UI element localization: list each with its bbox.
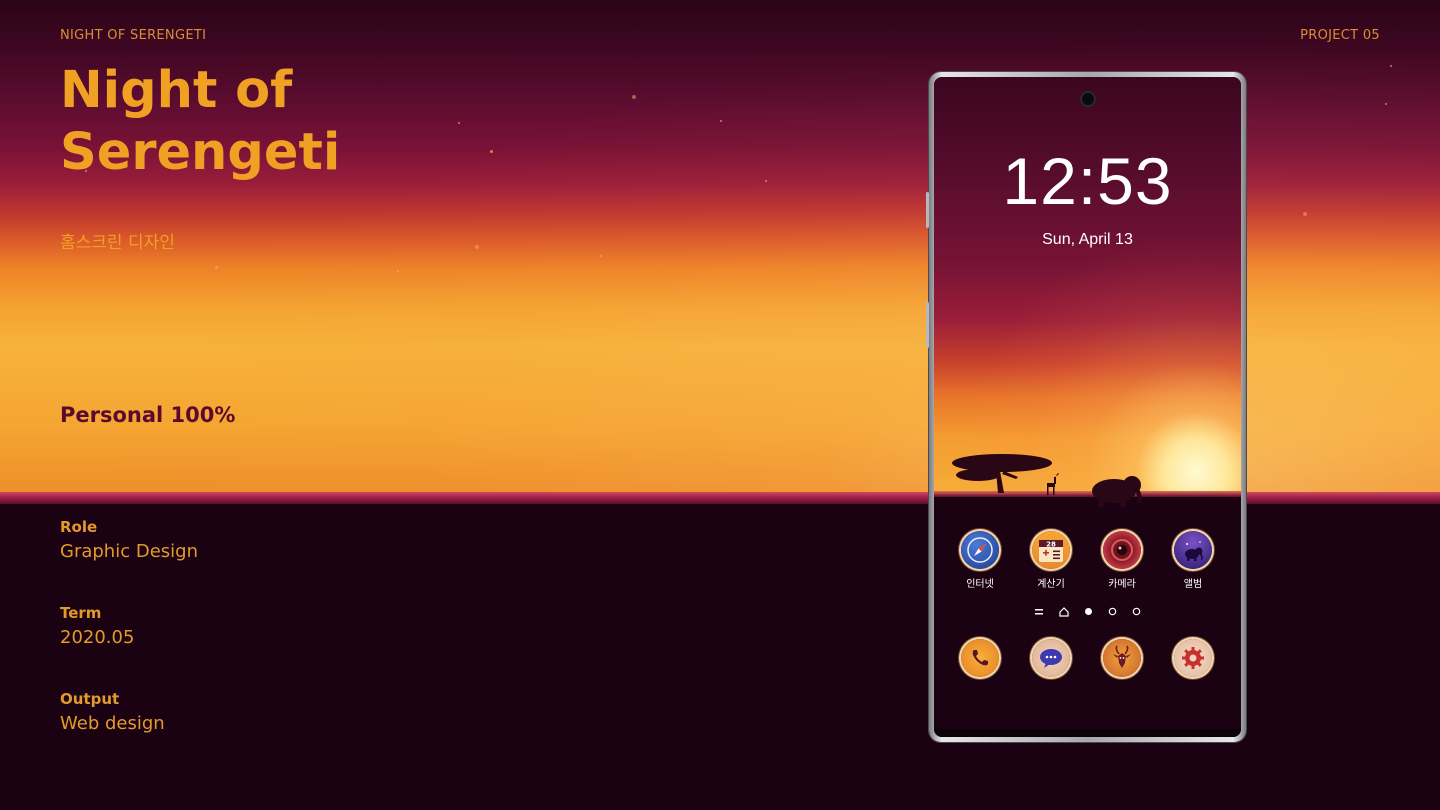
- app-label-album: 앨범: [1183, 579, 1203, 590]
- dock-app-antelope[interactable]: [1094, 639, 1150, 677]
- volume-button: [926, 192, 929, 228]
- star: [720, 120, 722, 122]
- lockscreen-date: Sun, April 13: [1042, 231, 1133, 248]
- role-value: Graphic Design: [60, 541, 198, 562]
- title-line-1: Night of: [60, 61, 293, 120]
- compass-icon: [961, 531, 999, 569]
- project-number-header: PROJECT 05: [1300, 28, 1380, 43]
- star: [397, 270, 399, 272]
- subtitle-korean: 홈스크린 디자인: [60, 233, 175, 253]
- star: [600, 255, 602, 257]
- calculator-icon: 28: [1032, 531, 1070, 569]
- star: [1303, 212, 1307, 216]
- contribution-text: Personal 100%: [60, 403, 236, 427]
- term-label: Term: [60, 604, 102, 622]
- camera-lens-icon: [1103, 531, 1141, 569]
- title-line-2: Serengeti: [60, 123, 341, 182]
- phone-mockup: 12:53 Sun, April 13 인터넷 28 계산기 카메라 앨범: [926, 72, 1246, 742]
- star: [475, 245, 479, 249]
- star: [120, 338, 122, 340]
- savanna-silhouette: [952, 454, 1142, 507]
- phone-icon: [961, 639, 999, 677]
- page-dot[interactable]: [1108, 607, 1117, 616]
- settings-gear-icon: [1174, 639, 1212, 677]
- star: [688, 312, 691, 315]
- app-label-calculator: 계산기: [1037, 579, 1065, 590]
- phone-screen: 12:53 Sun, April 13 인터넷 28 계산기 카메라 앨범: [934, 77, 1241, 737]
- page-indicator: [934, 601, 1241, 620]
- front-camera: [1082, 93, 1094, 105]
- term-value: 2020.05: [60, 627, 135, 648]
- message-icon: [1032, 639, 1070, 677]
- app-album[interactable]: 앨범: [1165, 531, 1221, 590]
- dock-app-messages[interactable]: [1023, 639, 1079, 677]
- page-title: Night of Serengeti: [60, 60, 460, 184]
- star: [1390, 380, 1392, 382]
- calculator-badge: 28: [1046, 541, 1056, 549]
- phone-nav-bar: [934, 729, 1241, 737]
- acacia-tree-silhouette: [952, 454, 1052, 493]
- lockscreen-clock: 12:53: [1002, 144, 1173, 218]
- star: [632, 95, 636, 99]
- app-internet[interactable]: 인터넷: [952, 531, 1008, 590]
- app-calculator[interactable]: 28 계산기: [1023, 531, 1079, 590]
- power-button: [926, 302, 929, 348]
- star: [305, 372, 307, 374]
- app-label-camera: 카메라: [1108, 579, 1136, 590]
- home-icon[interactable]: [1059, 606, 1069, 617]
- star: [215, 266, 218, 269]
- menu-icon[interactable]: [1034, 608, 1044, 616]
- output-value: Web design: [60, 713, 165, 734]
- gazelle-silhouette: [1047, 473, 1059, 495]
- project-name-header: NIGHT OF SERENGETI: [60, 28, 207, 43]
- dock-app-settings[interactable]: [1165, 639, 1221, 677]
- elephant-silhouette: [1092, 476, 1142, 507]
- role-label: Role: [60, 518, 98, 536]
- elephant-album-icon: [1174, 531, 1212, 569]
- star: [1385, 103, 1387, 105]
- page-dot[interactable]: [1132, 607, 1141, 616]
- antelope-icon: [1103, 639, 1141, 677]
- app-label-internet: 인터넷: [966, 579, 994, 590]
- star: [1390, 65, 1392, 67]
- star: [490, 150, 493, 153]
- output-label: Output: [60, 690, 120, 708]
- star: [765, 180, 767, 182]
- app-camera[interactable]: 카메라: [1094, 531, 1150, 590]
- page-dot-active[interactable]: [1084, 607, 1093, 616]
- star: [1396, 336, 1399, 339]
- dock-app-phone[interactable]: [952, 639, 1008, 677]
- screen-sun-glow: [934, 77, 1241, 497]
